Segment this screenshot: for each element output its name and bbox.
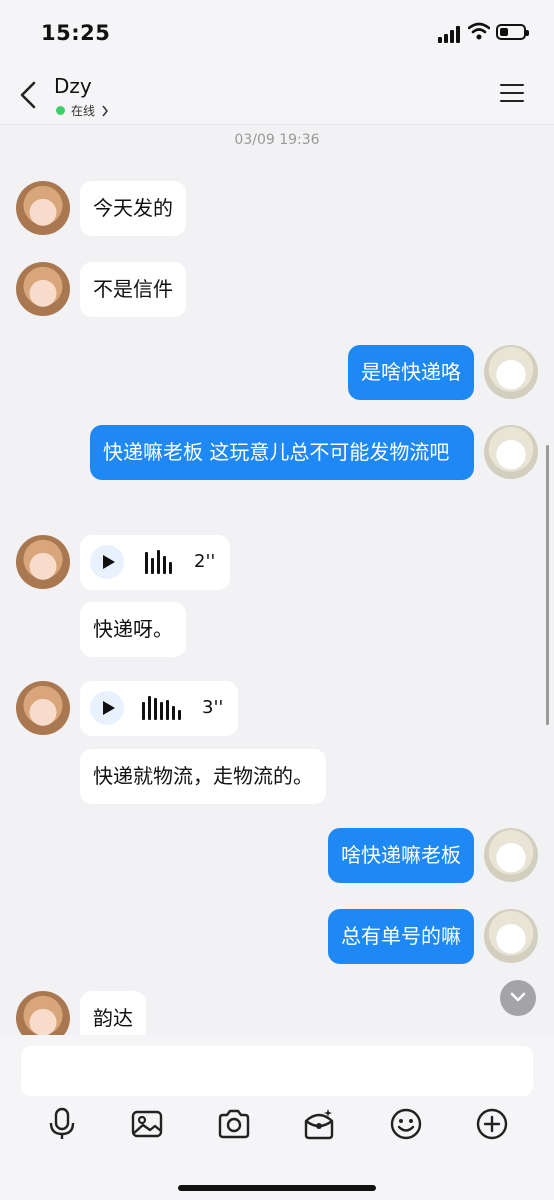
user-avatar[interactable]: [484, 909, 538, 963]
play-icon[interactable]: [90, 545, 124, 579]
message-list[interactable]: 03/09 19:36 今天发的 不是信件 是啥快递咯 快递嘛老板 这玩意儿总不…: [0, 125, 554, 1035]
camera-icon[interactable]: [217, 1107, 251, 1141]
chat-header: Dzy 在线: [0, 64, 554, 125]
battery-icon: [496, 24, 529, 40]
wifi-icon: [468, 22, 490, 40]
contact-avatar[interactable]: [16, 681, 70, 735]
scroll-to-bottom-button[interactable]: [500, 980, 536, 1016]
scrollbar[interactable]: [546, 445, 549, 725]
message-input[interactable]: [21, 1046, 533, 1096]
message-bubble-outgoing[interactable]: 快递嘛老板 这玩意儿总不可能发物流吧: [90, 425, 474, 480]
contact-avatar[interactable]: [16, 262, 70, 316]
waveform-icon: [145, 550, 185, 574]
signal-icon: [438, 25, 462, 43]
user-avatar[interactable]: [484, 828, 538, 882]
message-bubble-incoming[interactable]: 今天发的: [80, 181, 186, 236]
message-bubble-incoming[interactable]: 快递就物流，走物流的。: [80, 749, 326, 804]
menu-icon[interactable]: [500, 84, 524, 104]
voice-duration: 3'': [202, 697, 224, 718]
online-dot-icon: [56, 106, 65, 115]
composer: [0, 1035, 554, 1200]
home-indicator: [178, 1185, 376, 1191]
online-status-label: 在线: [71, 104, 96, 118]
chevron-right-icon: [102, 105, 108, 116]
contact-name[interactable]: Dzy: [54, 74, 92, 98]
message-bubble-outgoing[interactable]: 啥快递嘛老板: [328, 828, 474, 883]
waveform-icon: [142, 696, 188, 720]
voice-message[interactable]: 2'': [80, 535, 230, 590]
back-arrow-icon[interactable]: [16, 80, 42, 110]
plus-icon[interactable]: [475, 1107, 509, 1141]
microphone-icon[interactable]: [45, 1107, 79, 1141]
status-bar: 15:25: [0, 0, 554, 64]
contact-avatar[interactable]: [16, 535, 70, 589]
message-bubble-outgoing[interactable]: 总有单号的嘛: [328, 909, 474, 964]
message-bubble-incoming[interactable]: 快递呀。: [80, 602, 186, 657]
chevron-down-icon: [510, 992, 526, 1002]
emoji-icon[interactable]: [389, 1107, 423, 1141]
user-avatar[interactable]: [484, 345, 538, 399]
voice-duration: 2'': [194, 551, 216, 572]
message-bubble-incoming[interactable]: 不是信件: [80, 262, 186, 317]
contact-avatar[interactable]: [16, 991, 70, 1035]
play-icon[interactable]: [90, 691, 124, 725]
image-icon[interactable]: [130, 1107, 164, 1141]
message-bubble-incoming[interactable]: 韵达: [80, 991, 146, 1035]
message-bubble-outgoing[interactable]: 是啥快递咯: [348, 345, 474, 400]
user-avatar[interactable]: [484, 425, 538, 479]
red-packet-icon[interactable]: [302, 1107, 336, 1141]
voice-message[interactable]: 3'': [80, 681, 238, 736]
date-separator: 03/09 19:36: [234, 132, 320, 148]
online-status[interactable]: 在线: [56, 102, 109, 119]
contact-avatar[interactable]: [16, 181, 70, 235]
status-time: 15:25: [41, 21, 111, 45]
